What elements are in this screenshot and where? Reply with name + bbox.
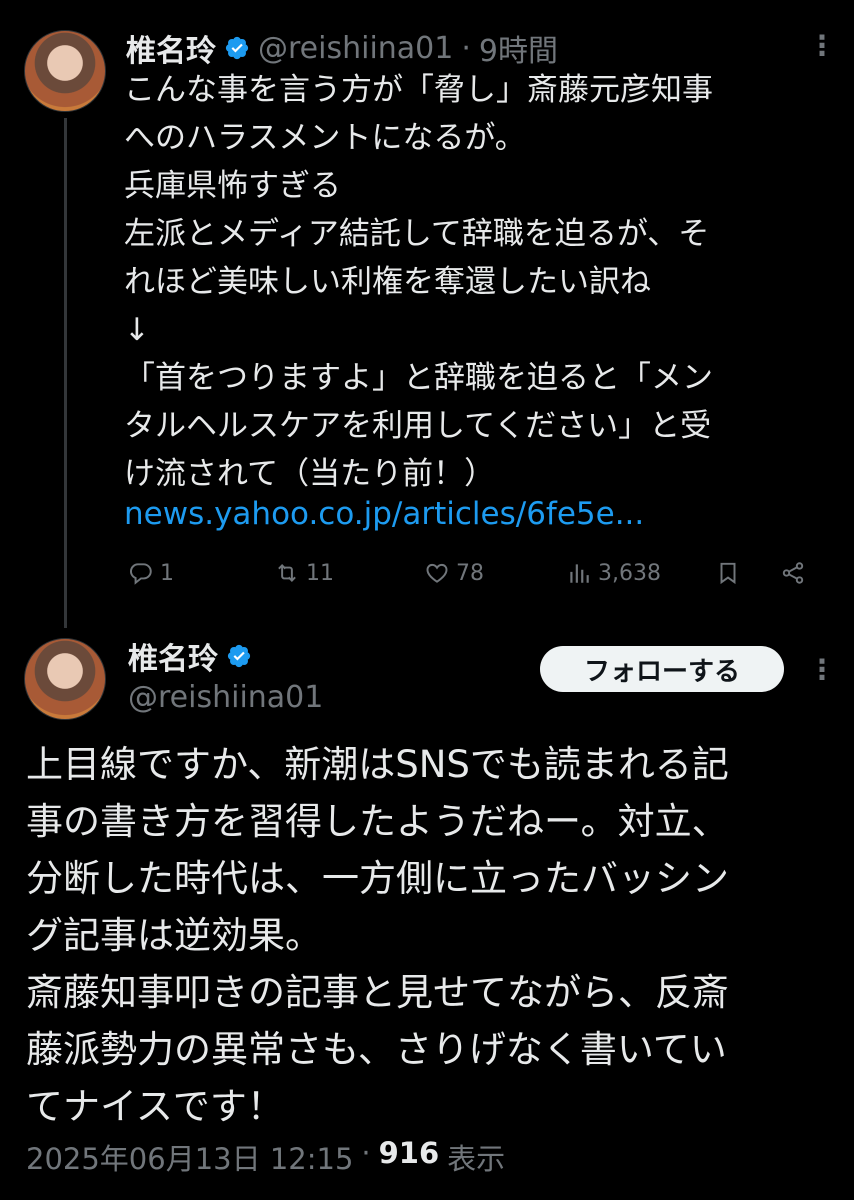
bookmark-button[interactable] xyxy=(715,560,741,586)
tweet-timestamp[interactable]: 2025年06月13日 12:15 xyxy=(26,1136,353,1178)
retweet-button[interactable]: 11 xyxy=(274,560,334,586)
like-icon xyxy=(426,563,448,583)
author-name[interactable]: 椎名玲 xyxy=(126,26,216,70)
tweet-time[interactable]: 9時間 xyxy=(479,26,558,70)
main-tweet-text: 上目線ですか、新潮はSNSでも読まれる記 事の書き方を習得したようだねー。対立、… xyxy=(26,743,729,1128)
verified-icon xyxy=(227,644,251,668)
verified-icon xyxy=(225,36,249,60)
reply-tweet-header: 椎名玲 @reishiina01 · 9時間 xyxy=(126,26,558,70)
avatar[interactable] xyxy=(24,30,106,112)
reply-button[interactable]: 1 xyxy=(128,560,174,586)
author-handle[interactable]: @reishiina01 xyxy=(128,680,323,715)
more-icon[interactable]: ⋮ xyxy=(808,32,836,60)
separator-dot: · xyxy=(461,30,471,66)
tweet-meta: 2025年06月13日 12:15 · 916 表示 xyxy=(26,1136,505,1178)
author-name[interactable]: 椎名玲 xyxy=(128,634,218,678)
reply-icon xyxy=(129,563,152,585)
retweet-icon xyxy=(278,564,296,582)
retweet-count: 11 xyxy=(306,560,334,586)
article-link[interactable]: news.yahoo.co.jp/articles/6fe5e... xyxy=(124,496,644,532)
avatar[interactable] xyxy=(24,638,106,720)
main-tweet-author: 椎名玲 xyxy=(128,634,252,678)
like-button[interactable]: 78 xyxy=(424,560,484,586)
view-count: 3,638 xyxy=(598,560,661,586)
view-label: 表示 xyxy=(447,1142,506,1176)
reply-count: 1 xyxy=(160,560,174,586)
more-icon[interactable]: ⋮ xyxy=(808,656,836,684)
share-icon xyxy=(782,562,804,584)
views-button[interactable]: 3,638 xyxy=(566,560,661,586)
bookmark-icon xyxy=(720,562,736,585)
share-button[interactable] xyxy=(780,560,806,586)
like-count: 78 xyxy=(456,560,484,586)
author-handle[interactable]: @reishiina01 xyxy=(258,31,453,66)
follow-button[interactable]: フォローする xyxy=(540,646,784,692)
views-icon xyxy=(570,564,589,583)
separator-dot: · xyxy=(361,1136,371,1170)
thread-connector-line xyxy=(64,118,67,628)
reply-tweet-text: こんな事を言う方が「脅し」斎藤元彦知事 へのハラスメントになるが。 兵庫県怖すぎ… xyxy=(124,72,713,492)
view-count: 916 xyxy=(378,1136,440,1170)
